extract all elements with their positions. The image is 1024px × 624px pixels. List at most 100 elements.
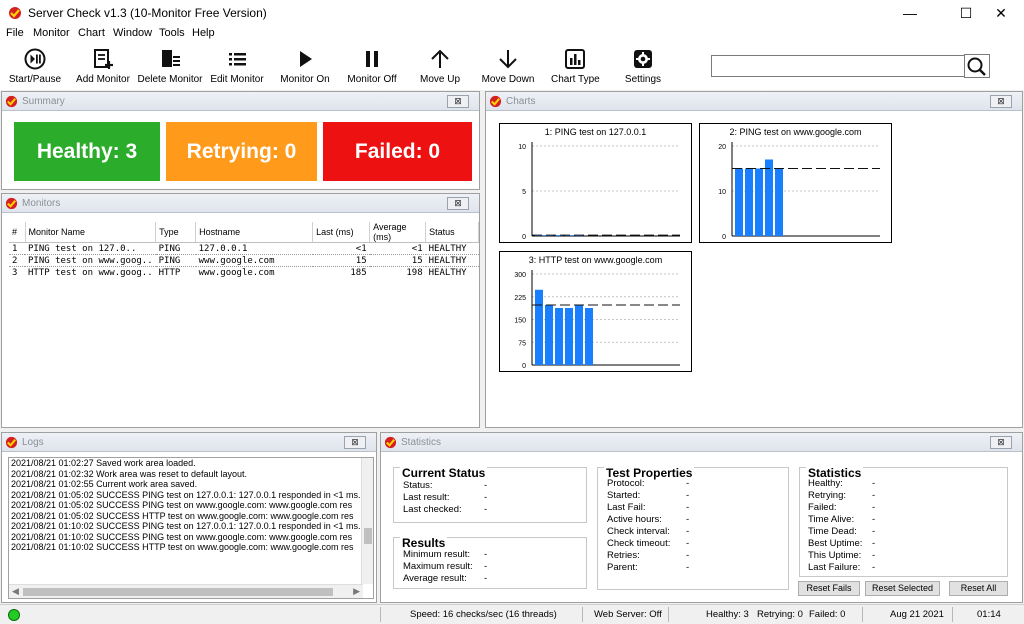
- chart-3[interactable]: 3: HTTP test on www.google.com 0 75 150 225…: [499, 251, 692, 372]
- scrollbar-thumb[interactable]: [364, 528, 372, 544]
- bar: [555, 307, 563, 365]
- search-button[interactable]: [964, 54, 990, 78]
- row-type: HTTP: [158, 267, 181, 278]
- protocol-value: -: [686, 478, 690, 489]
- reset-all-button[interactable]: Reset All: [949, 581, 1008, 596]
- log-line: 2021/08/21 01:02:27 Saved work area load…: [11, 458, 196, 468]
- monitor-off-button[interactable]: Monitor Off: [345, 46, 399, 88]
- add-monitor-label: Add Monitor: [76, 74, 130, 85]
- menu-file[interactable]: File: [6, 27, 24, 39]
- active-hours-label: Active hours:: [607, 514, 662, 525]
- logs-panel: Logs ⊠ 2021/08/21 01:02:27 Saved work ar…: [1, 432, 377, 603]
- col-number[interactable]: #: [9, 222, 26, 243]
- chart-2[interactable]: 2: PING test on www.google.com 0 10 20: [699, 123, 892, 243]
- statistics-close-icon[interactable]: ⊠: [990, 436, 1012, 449]
- table-row[interactable]: 3 HTTP test on www.goog.. HTTP www.googl…: [9, 267, 479, 279]
- last-checked-label: Last checked:: [403, 504, 462, 515]
- chart-1-plot: 0 5 10: [518, 142, 680, 241]
- stats-failed-label: Failed:: [808, 502, 837, 513]
- search-input[interactable]: [711, 55, 965, 77]
- log-line: 2021/08/21 01:05:02 SUCCESS HTTP test on…: [11, 510, 354, 521]
- max-result-value: -: [484, 561, 488, 572]
- delete-monitor-label: Delete Monitor: [137, 74, 203, 85]
- horizontal-scrollbar[interactable]: ◀ ▶: [9, 584, 363, 598]
- charts-close-icon[interactable]: ⊠: [990, 95, 1012, 108]
- monitors-close-icon[interactable]: ⊠: [447, 197, 469, 210]
- delete-monitor-icon: [162, 50, 180, 67]
- col-type[interactable]: Type: [155, 222, 197, 243]
- stats-healthy-value: -: [872, 478, 876, 489]
- move-up-label: Move Up: [419, 74, 460, 85]
- settings-button[interactable]: Settings: [622, 46, 664, 88]
- check-interval-value: -: [686, 526, 690, 537]
- chart-1[interactable]: 1: PING test on 127.0.0.1 0 5 10: [499, 123, 692, 243]
- menu-help[interactable]: Help: [192, 27, 215, 39]
- min-result-label: Minimum result:: [403, 549, 471, 560]
- retrying-tile[interactable]: Retrying: 0: [166, 122, 317, 181]
- row-monitor-name: PING test on www.goog..: [25, 254, 156, 267]
- status-value: -: [484, 480, 488, 491]
- h-scrollbar-thumb[interactable]: [23, 588, 333, 596]
- chart-type-label: Chart Type: [551, 74, 600, 85]
- bar: [765, 159, 773, 236]
- reset-selected-button[interactable]: Reset Selected: [865, 581, 940, 596]
- protocol-label: Protocol:: [607, 478, 645, 489]
- edit-monitor-icon: [229, 53, 246, 66]
- log-line: 2021/08/21 01:05:02 SUCCESS PING test on…: [11, 500, 353, 510]
- col-average-ms[interactable]: Average (ms): [369, 222, 427, 243]
- check-timeout-label: Check timeout:: [607, 538, 671, 549]
- row-type: PING: [155, 254, 196, 267]
- menu-tools[interactable]: Tools: [159, 27, 185, 39]
- row-monitor-name: PING test on 127.0..: [25, 242, 156, 255]
- menu-chart[interactable]: Chart: [78, 27, 105, 39]
- col-monitor-name[interactable]: Monitor Name: [25, 222, 157, 243]
- log-line: 2021/08/21 01:02:55 Current work area sa…: [11, 479, 198, 489]
- web-server-text: Web Server: Off: [594, 609, 662, 620]
- retries-value: -: [686, 550, 690, 561]
- time-text: 01:14: [977, 609, 1001, 620]
- menu-monitor[interactable]: Monitor: [33, 27, 70, 39]
- title-bar: Server Check v1.3 (10-Monitor Free Versi…: [0, 0, 1024, 26]
- scroll-right-icon[interactable]: ▶: [353, 586, 360, 597]
- y-tick-label: 300: [514, 272, 526, 279]
- healthy-tile[interactable]: Healthy: 3: [14, 122, 160, 181]
- edit-monitor-button[interactable]: Edit Monitor: [209, 46, 265, 88]
- bar: [575, 304, 583, 365]
- vertical-scrollbar[interactable]: [361, 458, 373, 584]
- add-monitor-button[interactable]: Add Monitor: [74, 46, 132, 88]
- chart-type-button[interactable]: Chart Type: [551, 46, 600, 88]
- delete-monitor-button[interactable]: Delete Monitor: [137, 46, 203, 88]
- time-dead-value: -: [872, 526, 876, 537]
- reset-fails-button[interactable]: Reset Fails: [798, 581, 860, 596]
- col-status[interactable]: Status: [425, 222, 479, 243]
- summary-close-icon[interactable]: ⊠: [447, 95, 469, 108]
- table-row[interactable]: 2 PING test on www.goog.. PING www.googl…: [9, 254, 479, 267]
- minimize-button[interactable]: —: [887, 0, 933, 26]
- last-checked-value: -: [484, 504, 488, 515]
- row-type: PING: [155, 242, 196, 255]
- parent-value: -: [686, 562, 690, 573]
- menu-window[interactable]: Window: [113, 27, 152, 39]
- move-down-button[interactable]: Move Down: [481, 46, 535, 88]
- log-list[interactable]: 2021/08/21 01:02:27 Saved work area load…: [8, 457, 374, 599]
- edit-monitor-label: Edit Monitor: [210, 74, 264, 85]
- col-last-ms[interactable]: Last (ms): [312, 222, 371, 243]
- monitor-on-button[interactable]: Monitor On: [278, 46, 332, 88]
- summary-panel: Summary ⊠ Healthy: 3 Retrying: 0 Failed:…: [1, 91, 480, 190]
- scroll-left-icon[interactable]: ◀: [12, 586, 19, 597]
- logs-close-icon[interactable]: ⊠: [344, 436, 366, 449]
- row-hostname: 127.0.0.1: [195, 242, 313, 255]
- start-pause-button[interactable]: Start/Pause: [8, 46, 62, 88]
- app-logo-icon: [5, 436, 18, 449]
- move-up-button[interactable]: Move Up: [417, 46, 463, 88]
- results-heading: Results: [400, 536, 448, 550]
- chart-2-plot: 0 10 20: [718, 142, 880, 241]
- row-number: 1: [9, 242, 25, 255]
- monitors-panel-header: Monitors ⊠: [2, 194, 479, 213]
- col-hostname[interactable]: Hostname: [195, 222, 314, 243]
- failed-tile[interactable]: Failed: 0: [323, 122, 472, 181]
- table-row[interactable]: 1 PING test on 127.0.. PING 127.0.0.1 <1…: [9, 242, 479, 255]
- status-indicator-icon: [8, 609, 20, 621]
- active-hours-value: -: [686, 514, 690, 525]
- close-button[interactable]: ✕: [978, 0, 1024, 26]
